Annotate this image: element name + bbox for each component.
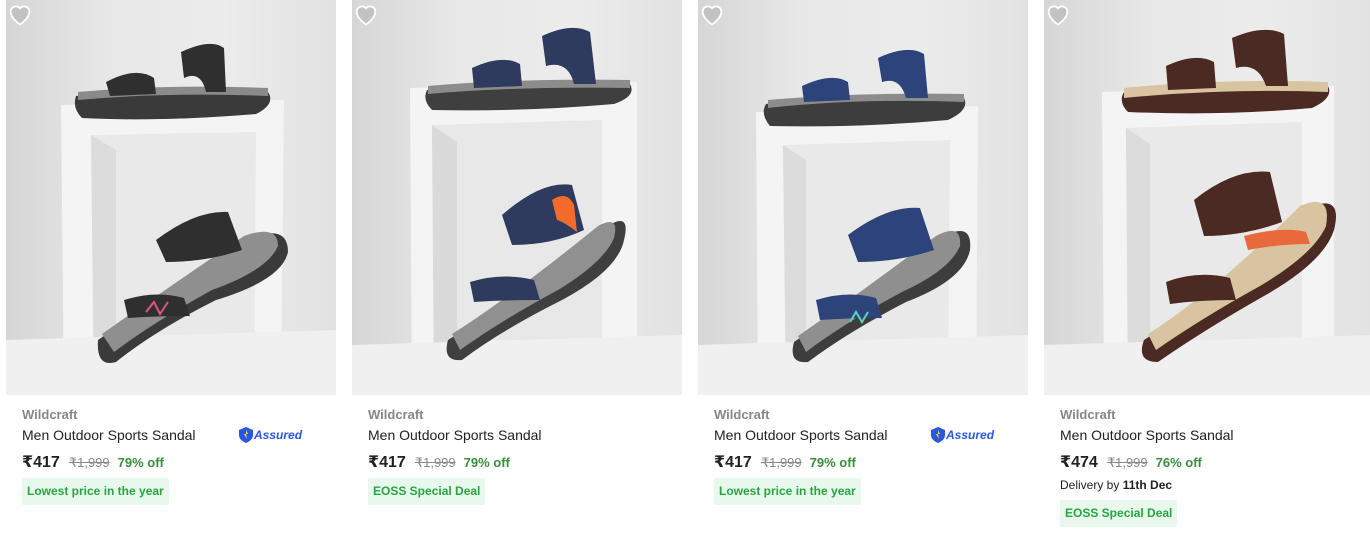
sandal-photo [352,27,682,395]
assured-shield-icon [239,427,253,443]
selling-price: ₹474 [1060,454,1098,471]
selling-price: ₹417 [714,454,752,471]
selling-price: ₹417 [368,454,406,471]
product-brand: Wildcraft [368,407,424,422]
discount-percent: 79% off [117,455,164,470]
delivery-prefix: Delivery by [1060,478,1120,492]
discount-percent: 79% off [809,455,856,470]
discount-percent: 76% off [1155,455,1202,470]
sandal-photo [1044,29,1370,395]
delivery-info: Delivery by 11th Dec [1060,478,1172,492]
product-image[interactable] [698,0,1028,395]
price-row: ₹417 ₹1,999 79% off [368,452,510,472]
price-row: ₹417 ₹1,999 79% off [22,452,164,472]
assured-label: Assured [254,428,303,442]
product-title[interactable]: Men Outdoor Sports Sandal [1060,427,1234,443]
product-title[interactable]: Men Outdoor Sports Sandal [22,427,196,443]
original-price: ₹1,999 [68,455,110,470]
product-image[interactable] [1044,0,1370,395]
heart-icon[interactable] [352,0,380,28]
product-image[interactable] [6,0,336,395]
original-price: ₹1,999 [414,455,456,470]
product-card[interactable]: Wildcraft Men Outdoor Sports Sandal Assu… [698,0,1028,533]
original-price: ₹1,999 [760,455,802,470]
product-brand: Wildcraft [714,407,770,422]
product-title[interactable]: Men Outdoor Sports Sandal [714,427,888,443]
original-price: ₹1,999 [1106,455,1148,470]
selling-price: ₹417 [22,454,60,471]
assured-badge: Assured [239,426,302,444]
offer-tag: EOSS Special Deal [1060,500,1178,527]
assured-label: Assured [946,428,995,442]
product-brand: Wildcraft [22,407,78,422]
heart-icon[interactable] [698,0,726,28]
assured-shield-icon [931,427,945,443]
offer-tag: EOSS Special Deal [368,478,486,505]
product-grid: Wildcraft Men Outdoor Sports Sandal Assu… [0,0,1370,533]
heart-icon[interactable] [6,0,34,28]
discount-percent: 79% off [463,455,510,470]
product-card[interactable]: Wildcraft Men Outdoor Sports Sandal ₹474… [1044,0,1370,533]
product-brand: Wildcraft [1060,407,1116,422]
sandal-photo [6,43,336,395]
offer-tag: Lowest price in the year [714,478,861,505]
delivery-date: 11th Dec [1122,478,1173,492]
heart-icon[interactable] [1044,0,1072,28]
price-row: ₹474 ₹1,999 76% off [1060,452,1202,472]
assured-badge: Assured [931,426,994,444]
product-title[interactable]: Men Outdoor Sports Sandal [368,427,542,443]
offer-tag: Lowest price in the year [22,478,169,505]
product-card[interactable]: Wildcraft Men Outdoor Sports Sandal ₹417… [352,0,682,533]
product-image[interactable] [352,0,682,395]
product-card[interactable]: Wildcraft Men Outdoor Sports Sandal Assu… [6,0,336,533]
price-row: ₹417 ₹1,999 79% off [714,452,856,472]
sandal-photo [698,49,1028,395]
